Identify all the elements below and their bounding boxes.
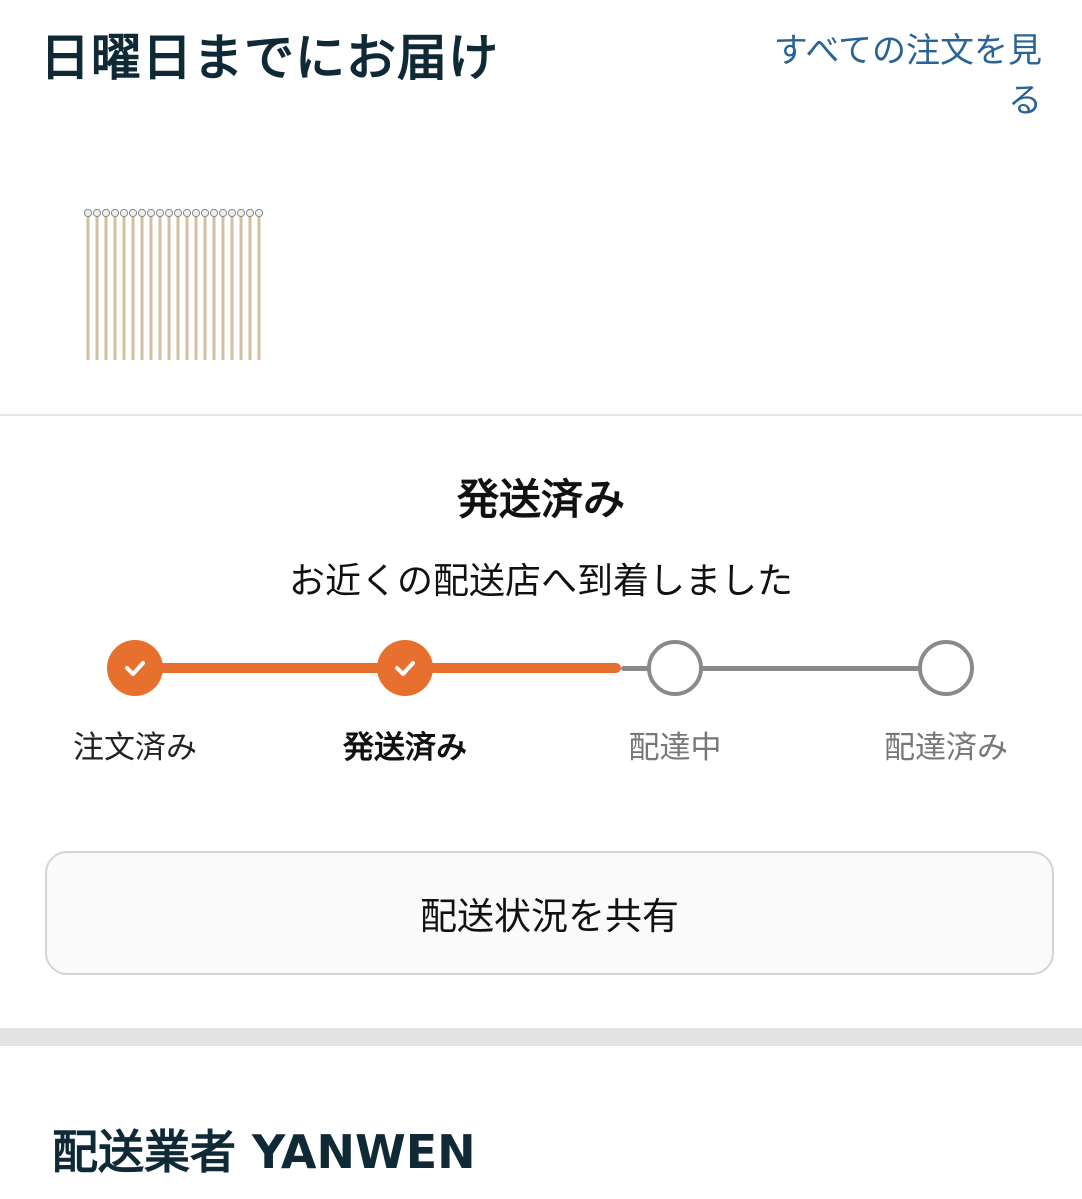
pin-head bbox=[182, 208, 192, 218]
pin-head bbox=[110, 208, 120, 218]
pin-head bbox=[128, 208, 138, 218]
pin-shaft bbox=[176, 215, 180, 360]
pin-head bbox=[254, 208, 264, 218]
pin-shaft bbox=[86, 215, 90, 360]
delivery-date-title: 日曜日までにお届け bbox=[40, 29, 499, 87]
pin-head bbox=[200, 208, 210, 218]
shipment-status-title: 発送済み bbox=[456, 475, 625, 524]
pin-shaft bbox=[131, 215, 135, 360]
pin-shaft bbox=[185, 215, 189, 360]
order-tracking-page: 日曜日までにお届け すべての注文を見る 発送済み お近くの配送店へ到着しました … bbox=[0, 0, 1082, 1199]
pin-head bbox=[119, 208, 129, 218]
pin-head bbox=[236, 208, 246, 218]
pin-shaft bbox=[149, 215, 153, 360]
pin-shaft bbox=[113, 215, 117, 360]
step-in-transit-dot bbox=[647, 640, 703, 696]
pin-shaft bbox=[248, 215, 252, 360]
pin-head bbox=[137, 208, 147, 218]
section-divider bbox=[0, 1028, 1082, 1046]
pin-head bbox=[218, 208, 228, 218]
pin-shaft bbox=[167, 215, 171, 360]
pin-head bbox=[227, 208, 237, 218]
pin-shaft bbox=[257, 215, 261, 360]
pin-shaft bbox=[194, 215, 198, 360]
pin-head bbox=[245, 208, 255, 218]
pin-shaft bbox=[239, 215, 243, 360]
pin-shaft bbox=[230, 215, 234, 360]
pin-head bbox=[209, 208, 219, 218]
shipment-status-subtitle: お近くの配送店へ到着しました bbox=[288, 561, 793, 602]
view-all-orders-link[interactable]: すべての注文を見る bbox=[752, 26, 1042, 126]
share-tracking-button[interactable]: 配送状況を共有 bbox=[45, 851, 1054, 975]
product-image[interactable] bbox=[82, 205, 272, 365]
pin-shaft bbox=[221, 215, 225, 360]
pin-head bbox=[146, 208, 156, 218]
step-delivered-dot bbox=[918, 640, 974, 696]
pin-shaft bbox=[203, 215, 207, 360]
check-icon bbox=[395, 661, 415, 676]
pin-head bbox=[155, 208, 165, 218]
step-delivered-label: 配達済み bbox=[884, 730, 1008, 766]
pin-head bbox=[164, 208, 174, 218]
pins-product-image bbox=[83, 208, 264, 360]
pin-shaft bbox=[122, 215, 126, 360]
pin-shaft bbox=[212, 215, 216, 360]
pin-head bbox=[191, 208, 201, 218]
step-shipped-label: 発送済み bbox=[343, 730, 467, 766]
pin-head bbox=[92, 208, 102, 218]
step-ordered-label: 注文済み bbox=[73, 730, 197, 766]
pin-head bbox=[83, 208, 93, 218]
pin-shaft bbox=[104, 215, 108, 360]
pin-head bbox=[101, 208, 111, 218]
pin-shaft bbox=[140, 215, 144, 360]
step-shipped-dot bbox=[377, 640, 433, 696]
step-in-transit-label: 配達中 bbox=[628, 730, 722, 766]
divider bbox=[0, 414, 1082, 416]
carrier-title: 配送業者 YANWEN bbox=[52, 1125, 476, 1179]
check-icon bbox=[125, 661, 145, 676]
pin-shaft bbox=[158, 215, 162, 360]
pin-shaft bbox=[95, 215, 99, 360]
step-ordered-dot bbox=[107, 640, 163, 696]
pin-head bbox=[173, 208, 183, 218]
